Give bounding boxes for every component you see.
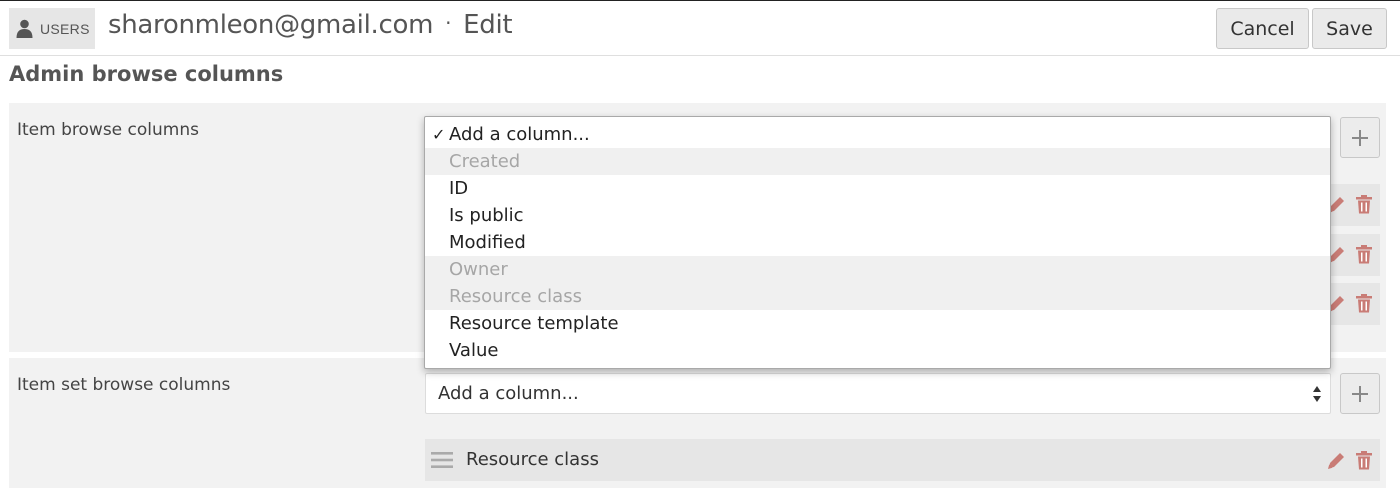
cancel-button[interactable]: Cancel <box>1216 8 1309 49</box>
trash-icon[interactable] <box>1355 451 1373 470</box>
top-border <box>0 0 1400 1</box>
person-icon <box>16 19 33 38</box>
dropdown-option[interactable]: ✓ Add a column... <box>425 121 1330 148</box>
plus-icon <box>1352 129 1368 146</box>
trash-icon[interactable] <box>1355 245 1373 264</box>
row-actions <box>1327 294 1373 313</box>
pencil-icon[interactable] <box>1327 451 1345 470</box>
add-item-set-column-button[interactable] <box>1340 373 1380 414</box>
drag-handle-icon[interactable] <box>431 451 453 469</box>
page-header: USERS sharonmleon@gmail.com · Edit Cancel … <box>0 0 1400 56</box>
dropdown-option[interactable]: Modified <box>425 229 1330 256</box>
add-item-column-button[interactable] <box>1340 117 1380 158</box>
item-set-browse-columns-label: Item set browse columns <box>17 375 231 395</box>
page-title: sharonmleon@gmail.com · Edit <box>108 10 513 40</box>
row-actions <box>1327 451 1373 470</box>
title-separator: · <box>445 11 452 35</box>
dropdown-option-disabled: Resource class <box>425 283 1330 310</box>
item-column-dropdown[interactable]: ✓ Add a column... Created ID Is public Mo… <box>424 116 1331 369</box>
item-set-column-label: Resource class <box>466 449 599 470</box>
dropdown-option-disabled: Created <box>425 148 1330 175</box>
trash-icon[interactable] <box>1355 294 1373 313</box>
trash-icon[interactable] <box>1355 195 1373 214</box>
row-actions <box>1327 195 1373 214</box>
users-badge[interactable]: USERS <box>9 8 95 49</box>
dropdown-option[interactable]: Is public <box>425 202 1330 229</box>
users-badge-label: USERS <box>40 20 90 37</box>
dropdown-option[interactable]: ID <box>425 175 1330 202</box>
item-set-column-row: Resource class <box>425 439 1380 481</box>
item-set-column-select-value: Add a column... <box>438 383 579 404</box>
title-action: Edit <box>463 10 513 40</box>
section-title: Admin browse columns <box>9 62 284 86</box>
item-set-column-select[interactable]: Add a column... <box>425 373 1331 414</box>
plus-icon <box>1352 385 1368 402</box>
title-email: sharonmleon@gmail.com <box>108 10 434 40</box>
select-arrows-icon <box>1313 386 1321 402</box>
dropdown-option[interactable]: Value <box>425 337 1330 364</box>
dropdown-option[interactable]: Resource template <box>425 310 1330 337</box>
dropdown-option-disabled: Owner <box>425 256 1330 283</box>
row-actions <box>1327 245 1373 264</box>
item-browse-columns-label: Item browse columns <box>17 120 199 140</box>
save-button[interactable]: Save <box>1312 8 1387 49</box>
check-icon: ✓ <box>432 125 446 144</box>
